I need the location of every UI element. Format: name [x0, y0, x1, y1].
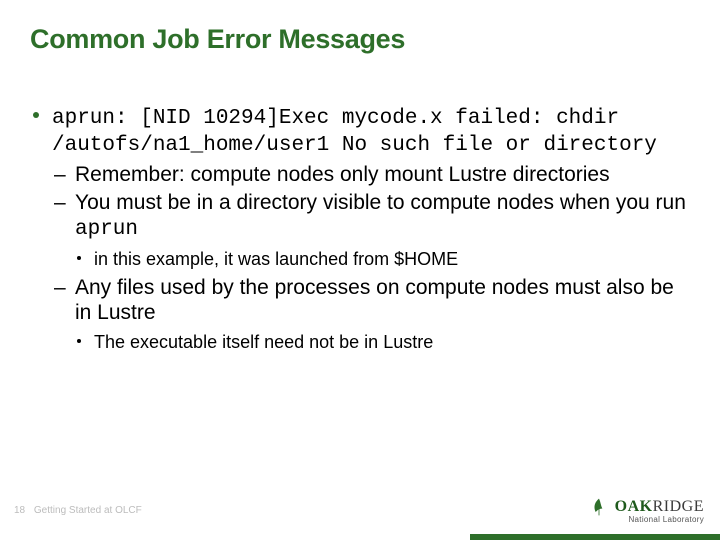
bullet-remember: – Remember: compute nodes only mount Lus…	[30, 163, 690, 188]
accent-bar	[470, 534, 720, 540]
bullet-text: Remember: compute nodes only mount Lustr…	[75, 163, 610, 186]
leaf-icon	[589, 497, 609, 517]
footer: 18 Getting Started at OLCF	[14, 505, 142, 516]
bullet-text: in this example, it was launched from $H…	[94, 249, 458, 269]
bullet-example-home: in this example, it was launched from $H…	[30, 249, 690, 270]
bullet-text: You must be in a directory visible to co…	[75, 191, 686, 239]
slide-title: Common Job Error Messages	[30, 24, 690, 55]
footer-text: Getting Started at OLCF	[34, 505, 142, 516]
logo-main: OAKRIDGE	[589, 497, 704, 517]
bullet-dot-icon	[77, 339, 81, 343]
bullet-dot-icon	[33, 112, 39, 118]
bullet-text-a: You must be in a directory visible to co…	[75, 191, 686, 214]
dash-icon: –	[54, 163, 66, 188]
bullet-error: aprun: [NID 10294]Exec mycode.x failed: …	[30, 105, 690, 159]
bullet-executable: The executable itself need not be in Lus…	[30, 332, 690, 353]
logo-oak: OAK	[615, 498, 653, 515]
logo: OAKRIDGE National Laboratory	[589, 497, 704, 524]
logo-text: OAKRIDGE	[615, 498, 704, 516]
dash-icon: –	[54, 276, 66, 301]
error-message: aprun: [NID 10294]Exec mycode.x failed: …	[52, 107, 657, 157]
dash-icon: –	[54, 191, 66, 216]
bullet-mustbe: – You must be in a directory visible to …	[30, 191, 690, 243]
logo-ridge: RIDGE	[653, 498, 704, 515]
bullet-dot-icon	[77, 256, 81, 260]
bullet-text: The executable itself need not be in Lus…	[94, 332, 433, 352]
bullet-anyfiles: – Any files used by the processes on com…	[30, 276, 690, 326]
slide: Common Job Error Messages aprun: [NID 10…	[0, 0, 720, 540]
page-number: 18	[14, 505, 25, 516]
bullet-text: Any files used by the processes on compu…	[75, 276, 674, 324]
inline-code-aprun: aprun	[75, 218, 138, 241]
content-body: aprun: [NID 10294]Exec mycode.x failed: …	[30, 105, 690, 353]
